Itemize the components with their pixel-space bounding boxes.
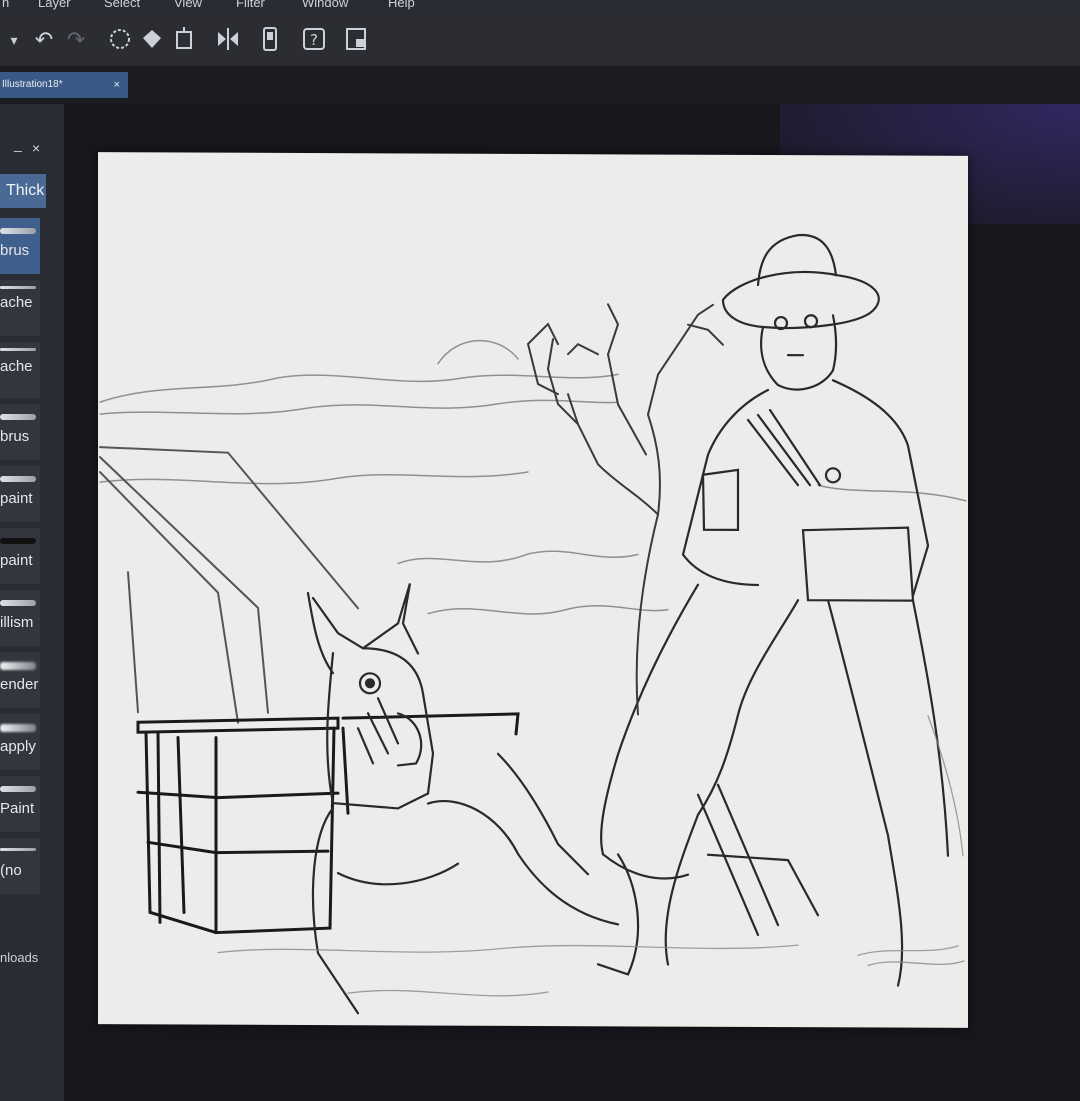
brush-item[interactable]: ender — [0, 652, 40, 708]
brush-item[interactable]: ache — [0, 280, 40, 336]
dropdown-icon[interactable]: ▾ — [0, 26, 28, 54]
brush-stroke-preview — [0, 786, 36, 792]
brush-item[interactable]: brus — [0, 218, 40, 274]
drawing-canvas[interactable] — [98, 152, 968, 1028]
menu-item-filter[interactable]: Filter — [236, 0, 265, 10]
brush-stroke-preview — [0, 286, 36, 289]
brush-stroke-preview — [0, 348, 36, 351]
panel-minimize-button[interactable]: _ — [14, 136, 22, 152]
brush-item[interactable]: brus — [0, 404, 40, 460]
sub-tool-panel: _ × Thick brus ache ache brus paint pain… — [0, 104, 65, 1101]
sub-tool-group-tab[interactable]: Thick — [0, 174, 46, 208]
undo-icon[interactable]: ↶ — [30, 26, 58, 54]
menu-item-window[interactable]: Window — [302, 0, 348, 10]
device-icon[interactable] — [256, 26, 284, 54]
brush-stroke-preview — [0, 848, 36, 851]
menu-item-select[interactable]: Select — [104, 0, 140, 10]
brush-label: ender — [0, 676, 39, 693]
snapshot-icon[interactable] — [342, 26, 370, 54]
brush-item[interactable]: (no — [0, 838, 40, 894]
brush-stroke-preview — [0, 724, 36, 732]
brush-label: brus — [0, 428, 30, 445]
brush-label: (no — [0, 862, 22, 879]
brush-label: Paint — [0, 800, 35, 817]
downloads-link[interactable]: nloads — [0, 950, 38, 965]
brush-stroke-preview — [0, 414, 36, 420]
panel-close-button[interactable]: × — [32, 140, 40, 156]
brush-label: ache — [0, 358, 33, 375]
brush-label: illism — [0, 614, 34, 631]
brush-item[interactable]: apply — [0, 714, 40, 770]
menu-item-view[interactable]: View — [174, 0, 202, 10]
brush-stroke-preview — [0, 538, 36, 544]
brush-stroke-preview — [0, 476, 36, 482]
menu-item-help[interactable]: Help — [388, 0, 415, 10]
command-bar: ▾ ↶ ↷ ? — [0, 14, 1080, 67]
brush-stroke-preview — [0, 662, 36, 670]
menu-bar: n Layer Select View Filter Window Help — [0, 0, 1080, 14]
sketch-artwork — [99, 234, 967, 1015]
brush-item[interactable]: ache — [0, 342, 40, 398]
brush-item[interactable]: Paint — [0, 776, 40, 832]
bucket-icon[interactable] — [138, 26, 166, 54]
brush-item[interactable]: paint — [0, 528, 40, 584]
document-tab-bar: Illustration18* × — [0, 66, 1080, 104]
help-icon[interactable]: ? — [300, 26, 328, 54]
redo-icon[interactable]: ↷ — [62, 26, 90, 54]
lasso-icon[interactable] — [106, 26, 134, 54]
brush-label: paint — [0, 490, 33, 507]
crop-icon[interactable] — [170, 26, 198, 54]
brush-label: paint — [0, 552, 33, 569]
menu-item-layer[interactable]: Layer — [38, 0, 71, 10]
brush-label: apply — [0, 738, 36, 755]
document-tab-label: Illustration18* — [2, 79, 63, 90]
brush-stroke-preview — [0, 600, 36, 606]
brush-item[interactable]: illism — [0, 590, 40, 646]
brush-label: brus — [0, 242, 30, 259]
menu-item-file[interactable]: n — [2, 0, 9, 10]
close-tab-icon[interactable]: × — [114, 72, 120, 98]
brush-item[interactable]: paint — [0, 466, 40, 522]
document-tab[interactable]: Illustration18* × — [0, 72, 128, 98]
brush-label: ache — [0, 294, 33, 311]
svg-text:?: ? — [310, 31, 318, 49]
flip-icon[interactable] — [214, 26, 242, 54]
brush-stroke-preview — [0, 228, 36, 234]
